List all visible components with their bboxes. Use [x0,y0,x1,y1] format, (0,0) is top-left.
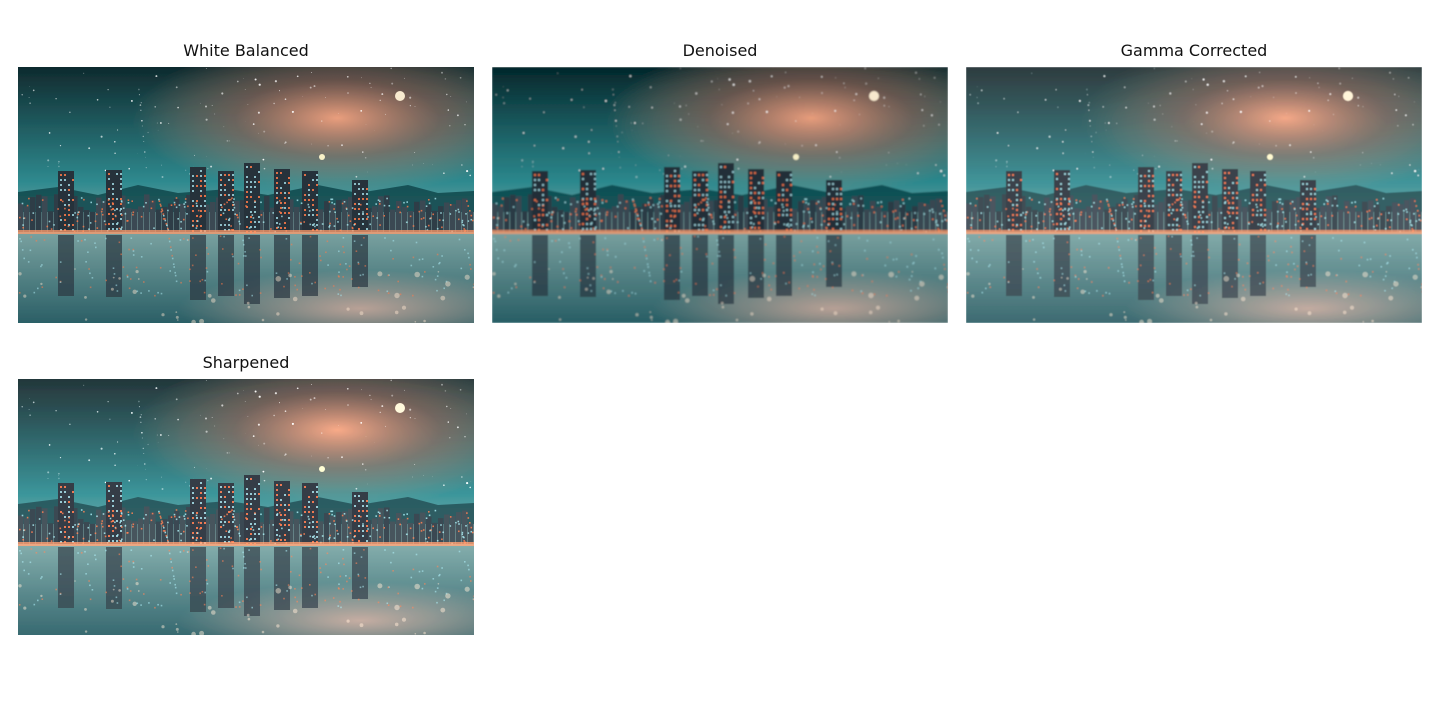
image-white-balanced [18,67,474,323]
image-denoised [492,67,948,323]
panel-title: White Balanced [183,41,309,60]
image-gamma-corrected [966,67,1422,323]
panel-title: Gamma Corrected [1120,41,1268,60]
image-sharpened [18,379,474,635]
panel-title: Sharpened [202,353,290,372]
panel-title: Denoised [682,41,758,60]
